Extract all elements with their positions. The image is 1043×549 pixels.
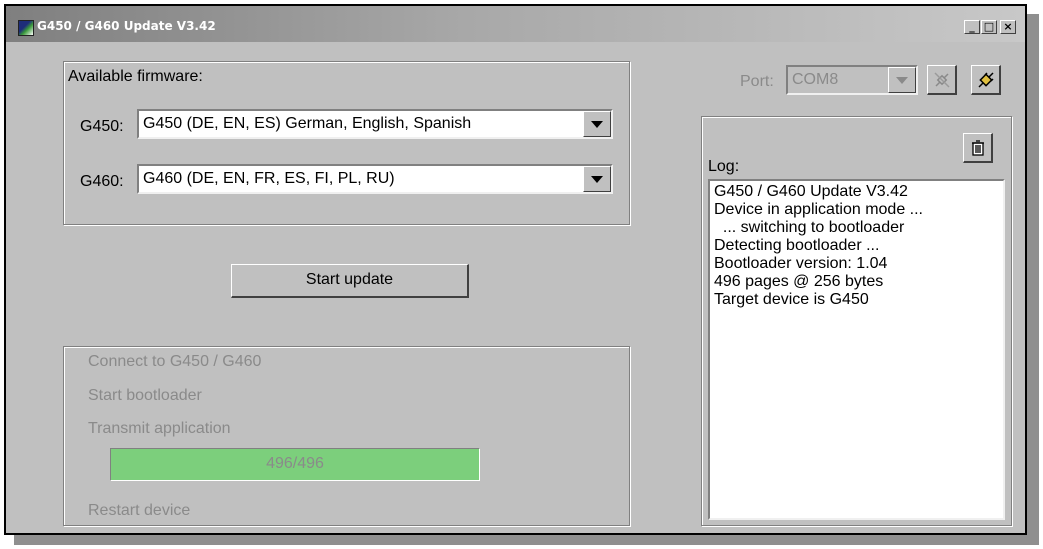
port-select[interactable]: COM8 [786,65,918,95]
g460-label: G460: [80,173,124,190]
port-value: COM8 [792,71,839,88]
chevron-down-icon[interactable] [888,67,916,93]
app-window: G450 / G460 Update V3.42 _ □ × Available… [4,4,1027,535]
plug-connect-icon [978,72,994,88]
step-transmit-application: Transmit application [88,420,231,437]
progress-text: 496/496 [266,455,324,472]
close-button[interactable]: × [1000,20,1016,34]
g450-firmware-select[interactable]: G450 (DE, EN, ES) German, English, Spani… [137,109,613,139]
log-label: Log: [708,158,740,175]
transmit-progress-bar: 496/496 [110,448,480,481]
maximize-button[interactable]: □ [981,20,997,34]
log-line: Target device is G450 [714,291,869,308]
step-start-bootloader: Start bootloader [88,387,202,404]
chevron-down-icon[interactable] [583,111,611,137]
g460-firmware-select[interactable]: G460 (DE, EN, FR, ES, FI, PL, RU) [137,164,613,194]
g460-firmware-value: G460 (DE, EN, FR, ES, FI, PL, RU) [143,170,395,187]
firmware-group-label: Available firmware: [68,68,203,85]
g450-firmware-value: G450 (DE, EN, ES) German, English, Spani… [143,115,472,132]
log-output[interactable]: G450 / G460 Update V3.42 Device in applic… [708,179,1005,520]
log-line: G450 / G460 Update V3.42 [714,183,908,200]
log-line: Bootloader version: 1.04 [714,255,888,272]
log-line: Detecting bootloader ... [714,237,880,254]
step-connect: Connect to G450 / G460 [88,353,262,370]
chevron-down-icon[interactable] [583,166,611,192]
plug-disconnected-icon [934,72,950,88]
start-update-button[interactable]: Start update [231,264,469,298]
log-line: ... switching to bootloader [714,219,905,236]
log-line: 496 pages @ 256 bytes [714,273,884,290]
window-title: G450 / G460 Update V3.42 [37,19,216,33]
clear-log-button[interactable] [963,133,993,163]
step-restart-device: Restart device [88,502,191,519]
title-bar[interactable]: G450 / G460 Update V3.42 _ □ × [6,6,1025,42]
trash-icon [972,140,984,156]
log-line: Device in application mode ... [714,201,923,218]
minimize-button[interactable]: _ [964,20,980,34]
connect-port-button[interactable] [971,65,1001,95]
app-icon [18,20,34,36]
g450-label: G450: [80,118,124,135]
port-label: Port: [740,73,774,90]
disconnect-port-button[interactable] [927,65,957,95]
